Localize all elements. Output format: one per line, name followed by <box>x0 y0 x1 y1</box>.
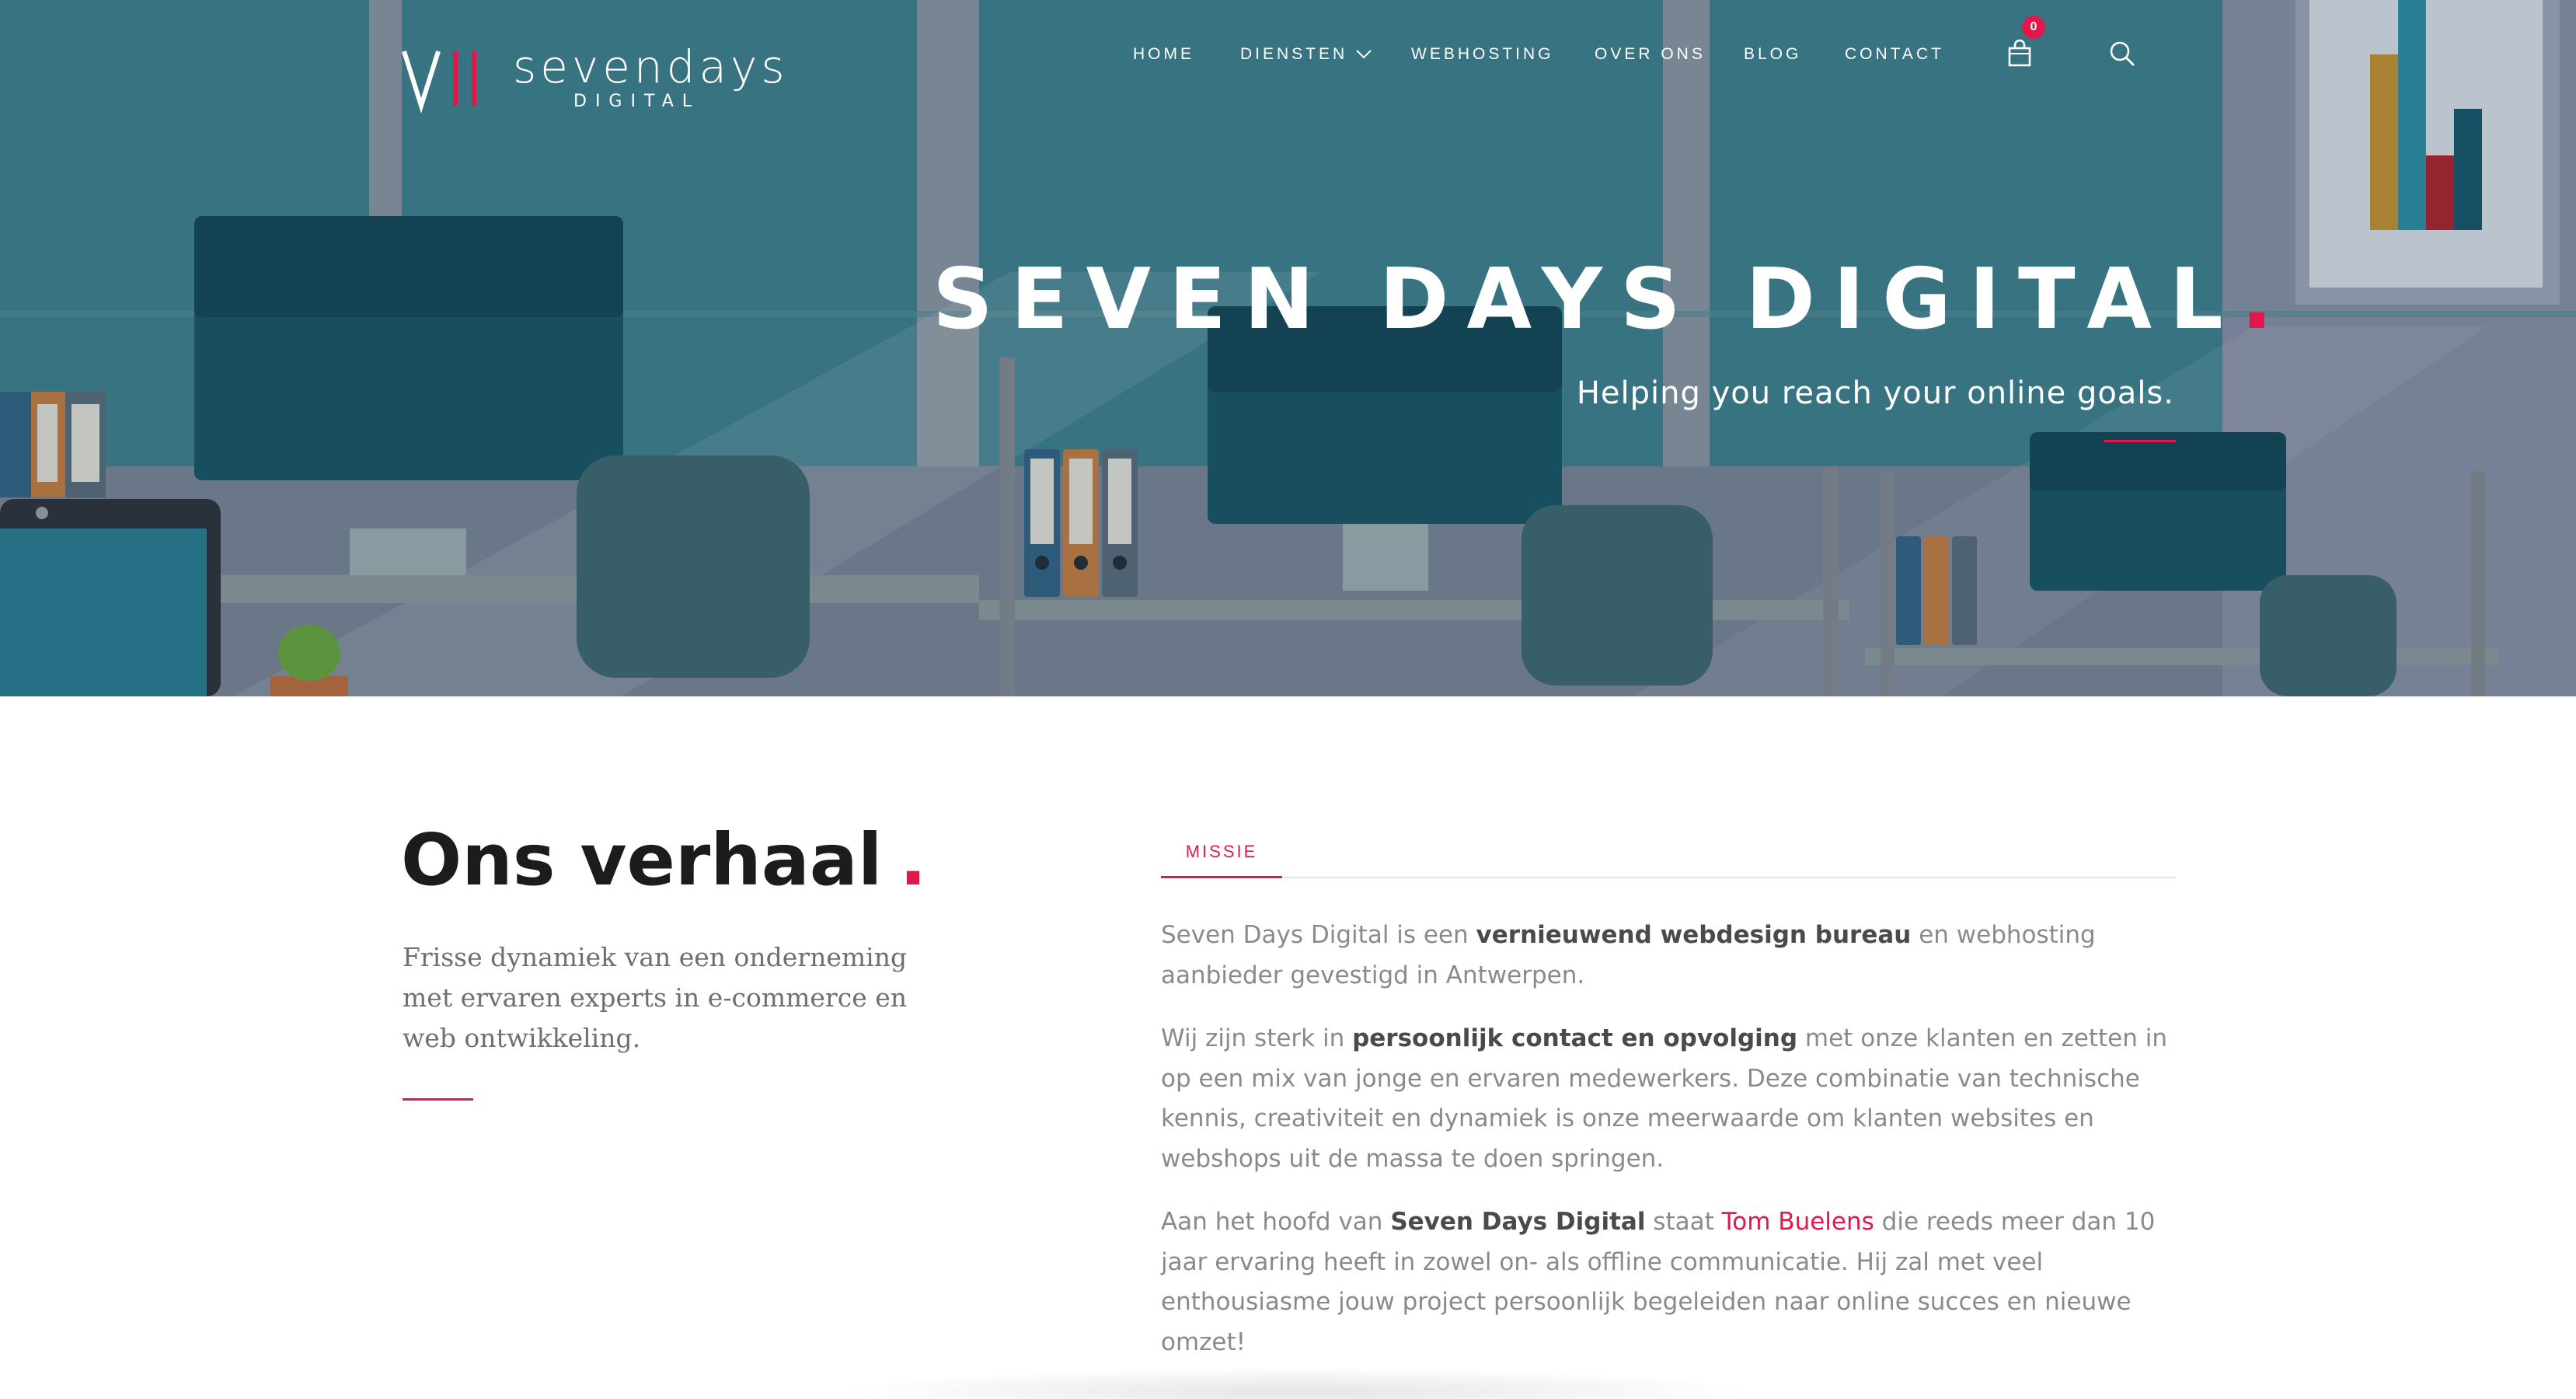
hero-title-dot: . <box>2240 251 2273 348</box>
story-divider <box>403 1098 473 1101</box>
nav-diensten-label: DIENSTEN <box>1240 45 1348 63</box>
story-title: Ons verhaal. <box>401 810 926 911</box>
p2-highlight: persoonlijk contact en opvolging <box>1352 1024 1798 1052</box>
nav-diensten[interactable]: DIENSTEN <box>1240 42 1372 67</box>
hero-title: SEVEN DAYS DIGITAL. <box>932 246 2273 354</box>
cart-count-badge: 0 <box>2022 16 2045 39</box>
mission-paragraph-2: Wij zijn sterk in persoonlijk contact en… <box>1161 1019 2180 1179</box>
tom-buelens-link[interactable]: Tom Buelens <box>1722 1208 1874 1236</box>
hero-title-text: SEVEN DAYS DIGITAL <box>932 251 2241 348</box>
brand-subtitle: DIGITAL <box>573 92 701 111</box>
brand-name: sevendays <box>513 40 789 93</box>
nav-over-ons[interactable]: OVER ONS <box>1595 42 1706 67</box>
brand-mark-icon <box>402 51 476 113</box>
p3-highlight: Seven Days Digital <box>1390 1208 1646 1236</box>
mission-paragraph-3: Aan het hoofd van Seven Days Digital sta… <box>1161 1202 2180 1362</box>
tab-missie[interactable]: MISSIE <box>1161 825 1282 878</box>
p1-text-a: Seven Days Digital is een <box>1161 921 1476 949</box>
shopping-bag-icon <box>2008 39 2031 67</box>
p3-text-a: Aan het hoofd van <box>1161 1208 1391 1236</box>
chevron-down-icon <box>1356 50 1372 59</box>
hero-banner: sevendays DIGITAL HOME DIENSTEN WEBHOSTI… <box>0 0 2576 696</box>
hero-subtitle: Helping you reach your online goals. <box>1576 375 2174 411</box>
story-title-dot: . <box>899 818 927 902</box>
nav-contact[interactable]: CONTACT <box>1845 42 1944 67</box>
story-intro: Frisse dynamiek van een onderneming met … <box>403 942 908 1053</box>
story-title-text: Ons verhaal <box>401 818 883 902</box>
search-button[interactable] <box>2104 39 2143 78</box>
hero-divider <box>2104 440 2176 442</box>
nav-webhosting[interactable]: WEBHOSTING <box>1411 42 1554 67</box>
search-icon <box>2110 41 2135 66</box>
p1-highlight: vernieuwend webdesign bureau <box>1476 921 1912 949</box>
cart-button[interactable]: 0 <box>2000 16 2047 78</box>
p3-text-c: staat <box>1645 1208 1722 1236</box>
tab-bar: MISSIE <box>1161 825 2176 878</box>
nav-home[interactable]: HOME <box>1133 42 1194 67</box>
mission-paragraph-1: Seven Days Digital is een vernieuwend we… <box>1161 916 2180 996</box>
mission-content: Seven Days Digital is een vernieuwend we… <box>1161 916 2180 1386</box>
p2-text-a: Wij zijn sterk in <box>1161 1024 1353 1052</box>
nav-blog[interactable]: BLOG <box>1744 42 1801 67</box>
